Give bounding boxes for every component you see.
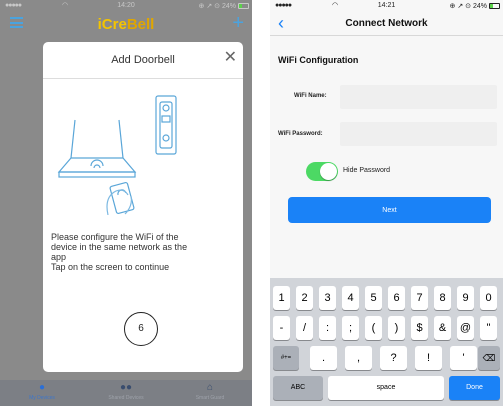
left-phone-screen: ●●●●● ◠ 14:20 ⊕ ↗ ⊙ 24% iCreBell + Add D… <box>0 0 252 406</box>
battery-icon <box>238 3 249 9</box>
page-title: Connect Network <box>345 18 428 29</box>
key-apostrophe[interactable]: ' <box>450 346 477 370</box>
key-9[interactable]: 9 <box>457 286 474 310</box>
key-open-paren[interactable]: ( <box>365 316 382 340</box>
key-slash[interactable]: / <box>296 316 313 340</box>
hide-password-label: Hide Password <box>343 167 391 174</box>
key-dollar[interactable]: $ <box>411 316 428 340</box>
app-header: iCreBell + <box>0 12 252 36</box>
backspace-icon[interactable]: ⌫ <box>478 346 500 370</box>
next-button[interactable]: Next <box>288 197 491 223</box>
key-4[interactable]: 4 <box>342 286 359 310</box>
key-0[interactable]: 0 <box>480 286 497 310</box>
key-colon[interactable]: : <box>319 316 336 340</box>
space-key[interactable]: space <box>328 376 444 400</box>
wifi-name-label: WiFi Name: <box>294 93 327 99</box>
person-icon: ● <box>38 382 46 393</box>
key-period[interactable]: . <box>310 346 337 370</box>
app-logo: iCreBell <box>97 16 155 33</box>
key-comma[interactable]: , <box>345 346 372 370</box>
key-close-paren[interactable]: ) <box>388 316 405 340</box>
key-2[interactable]: 2 <box>296 286 313 310</box>
status-indicators: ⊕ ↗ ⊙ 24% <box>198 3 236 10</box>
nav-bar: ‹ Connect Network <box>270 12 503 36</box>
status-bar: ●●●●● ◠ 14:20 ⊕ ↗ ⊙ 24% <box>0 0 252 12</box>
key-quote[interactable]: " <box>480 316 497 340</box>
section-heading: WiFi Configuration <box>278 55 359 65</box>
symbols-mode-key[interactable]: #+= <box>273 346 299 370</box>
numeric-keyboard: 1 2 3 4 5 6 7 8 9 0 - / : ; ( ) $ & @ " … <box>270 278 503 406</box>
key-question[interactable]: ? <box>380 346 407 370</box>
done-key[interactable]: Done <box>449 376 500 400</box>
key-7[interactable]: 7 <box>411 286 428 310</box>
tab-my-devices[interactable]: ● My Devices <box>0 382 84 402</box>
key-6[interactable]: 6 <box>388 286 405 310</box>
battery-icon <box>489 3 500 9</box>
wifi-password-input[interactable] <box>340 122 497 146</box>
step-number-badge: 6 <box>124 312 158 346</box>
right-phone-screen: ●●●●● ◠ 14:21 ⊕ ↗ ⊙ 24% ‹ Connect Networ… <box>270 0 503 406</box>
add-doorbell-dialog[interactable]: Add Doorbell ✕ Please configure the WiFi… <box>43 42 243 372</box>
key-dash[interactable]: - <box>273 316 290 340</box>
dialog-title: Add Doorbell <box>111 54 175 66</box>
abc-key[interactable]: ABC <box>273 376 323 400</box>
key-1[interactable]: 1 <box>273 286 290 310</box>
add-device-icon[interactable]: + <box>232 12 244 34</box>
status-bar: ●●●●● ◠ 14:21 ⊕ ↗ ⊙ 24% <box>270 0 503 12</box>
hide-password-toggle[interactable] <box>306 162 338 181</box>
close-icon[interactable]: ✕ <box>224 50 237 66</box>
key-ampersand[interactable]: & <box>434 316 451 340</box>
status-indicators: ⊕ ↗ ⊙ 24% <box>449 3 487 10</box>
home-icon: ⌂ <box>206 382 214 393</box>
key-exclamation[interactable]: ! <box>415 346 442 370</box>
instruction-text: Please configure the WiFi of the device … <box>51 232 188 272</box>
people-icon: ●● <box>119 382 133 393</box>
tab-shared-devices[interactable]: ●● Shared Devices <box>84 382 168 402</box>
divider <box>43 78 243 79</box>
tab-smart-guard[interactable]: ⌂ Smart Guard <box>168 382 252 402</box>
key-8[interactable]: 8 <box>434 286 451 310</box>
key-3[interactable]: 3 <box>319 286 336 310</box>
wifi-name-input[interactable] <box>340 85 497 109</box>
key-5[interactable]: 5 <box>365 286 382 310</box>
wifi-password-label: WiFi Password: <box>278 131 323 137</box>
key-at[interactable]: @ <box>457 316 474 340</box>
toggle-knob <box>320 163 337 180</box>
router-doorbell-phone-illustration <box>57 95 177 215</box>
key-semicolon[interactable]: ; <box>342 316 359 340</box>
bottom-tab-bar: ● My Devices ●● Shared Devices ⌂ Smart G… <box>0 380 252 406</box>
